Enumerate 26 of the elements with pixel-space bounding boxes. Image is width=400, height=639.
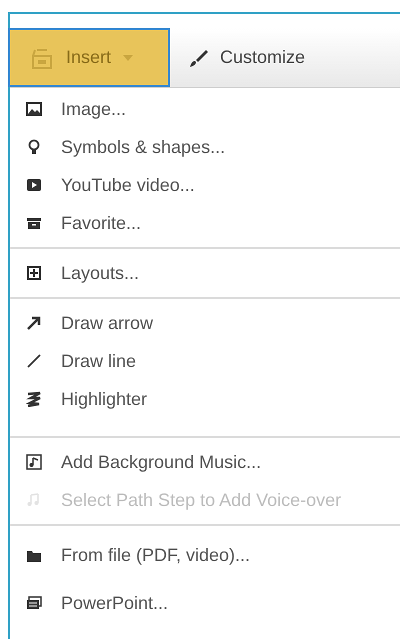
menu-item[interactable]: From file (PDF, video)... <box>61 542 250 568</box>
menu-item[interactable]: Favorite... <box>61 210 142 236</box>
lightbulb-icon <box>26 139 42 155</box>
toolbar-tab[interactable]: Customize <box>170 28 324 87</box>
menu-item[interactable]: Layouts... <box>61 260 140 286</box>
line-icon <box>26 353 42 369</box>
highlighter-icon <box>26 391 42 407</box>
play-icon <box>26 177 42 193</box>
menu-item[interactable]: YouTube video... <box>61 172 195 198</box>
arrow-icon <box>26 315 42 331</box>
menu-item[interactable]: Symbols & shapes... <box>61 134 226 160</box>
menu-item[interactable]: Add Background Music... <box>61 448 262 476</box>
music-note-icon <box>26 492 42 508</box>
presentation-icon <box>26 595 42 611</box>
caret-icon <box>123 54 134 60</box>
menu-item[interactable]: Image... <box>61 96 126 122</box>
menu-item[interactable]: PowerPoint... <box>61 590 168 616</box>
menu-item[interactable]: Highlighter <box>61 386 148 412</box>
image-icon <box>26 101 42 117</box>
plus-box-icon <box>26 265 42 281</box>
menu-item[interactable]: Draw arrow <box>61 310 154 336</box>
archive-box-icon <box>26 215 42 231</box>
inbox-tray-icon <box>30 46 54 68</box>
brush-icon <box>188 48 208 68</box>
music-note-icon <box>26 454 42 470</box>
menu-item[interactable]: Draw line <box>61 348 136 374</box>
